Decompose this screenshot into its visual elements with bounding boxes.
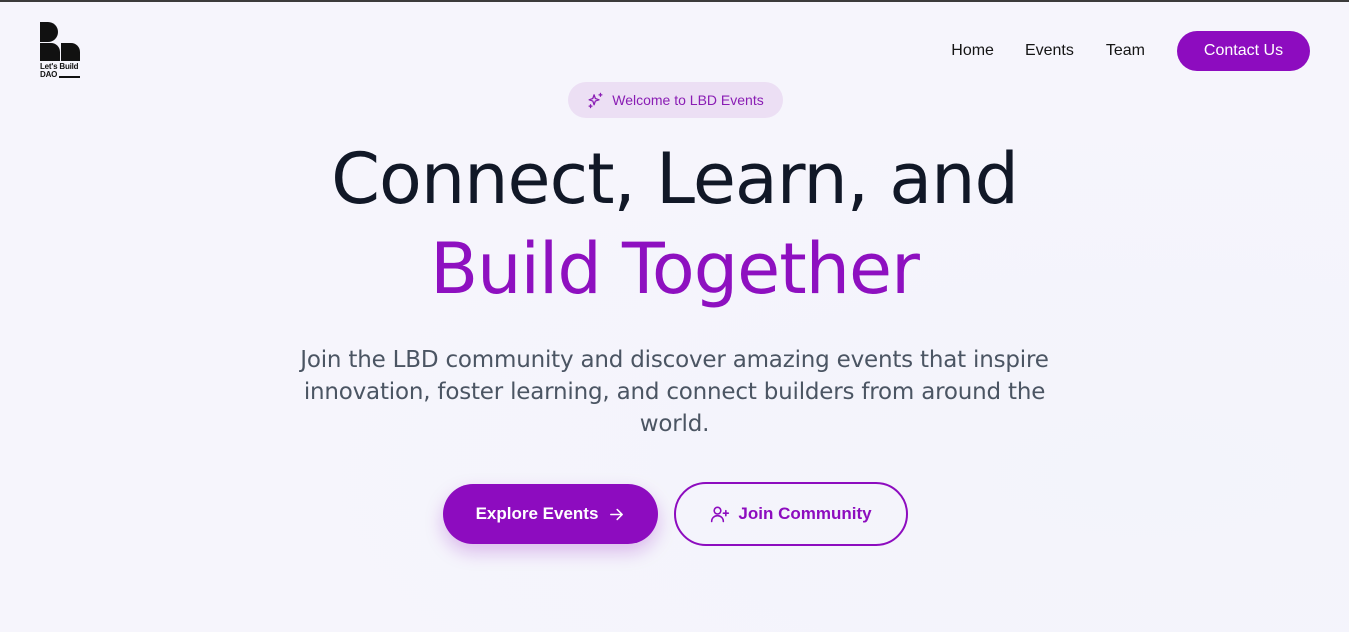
contact-us-button[interactable]: Contact Us	[1177, 31, 1310, 71]
hero-subtitle: Join the LBD community and discover amaz…	[290, 344, 1059, 440]
welcome-badge: Welcome to LBD Events	[568, 82, 783, 118]
user-plus-icon	[711, 506, 730, 523]
subtitle-line1: Join the LBD community and discover amaz…	[300, 347, 1049, 373]
nav-home-link[interactable]: Home	[951, 42, 994, 60]
nav-team-link[interactable]: Team	[1106, 42, 1145, 60]
arrow-right-icon	[610, 508, 624, 520]
page: Let's Build DAO Home Events Team Contact…	[0, 0, 1349, 632]
logo-text-line2: DAO	[40, 70, 58, 79]
explore-events-label: Explore Events	[475, 504, 599, 523]
hero-title-line2: Build Together	[430, 228, 920, 310]
subtitle-line2: innovation, foster learning, and connect…	[303, 379, 1046, 405]
sparkles-icon	[588, 92, 603, 108]
join-community-button[interactable]: Join Community	[674, 482, 908, 546]
nav-events-link[interactable]: Events	[1025, 42, 1074, 60]
explore-events-button[interactable]: Explore Events	[443, 484, 658, 544]
badge-label: Welcome to LBD Events	[612, 92, 764, 108]
main-nav: Home Events Team Contact Us	[951, 31, 1310, 71]
join-community-label: Join Community	[738, 504, 872, 523]
top-border	[0, 0, 1349, 2]
hero-title-line1: Connect, Learn, and	[331, 138, 1019, 220]
logo-underline	[59, 76, 80, 78]
subtitle-line3: world.	[639, 411, 710, 437]
